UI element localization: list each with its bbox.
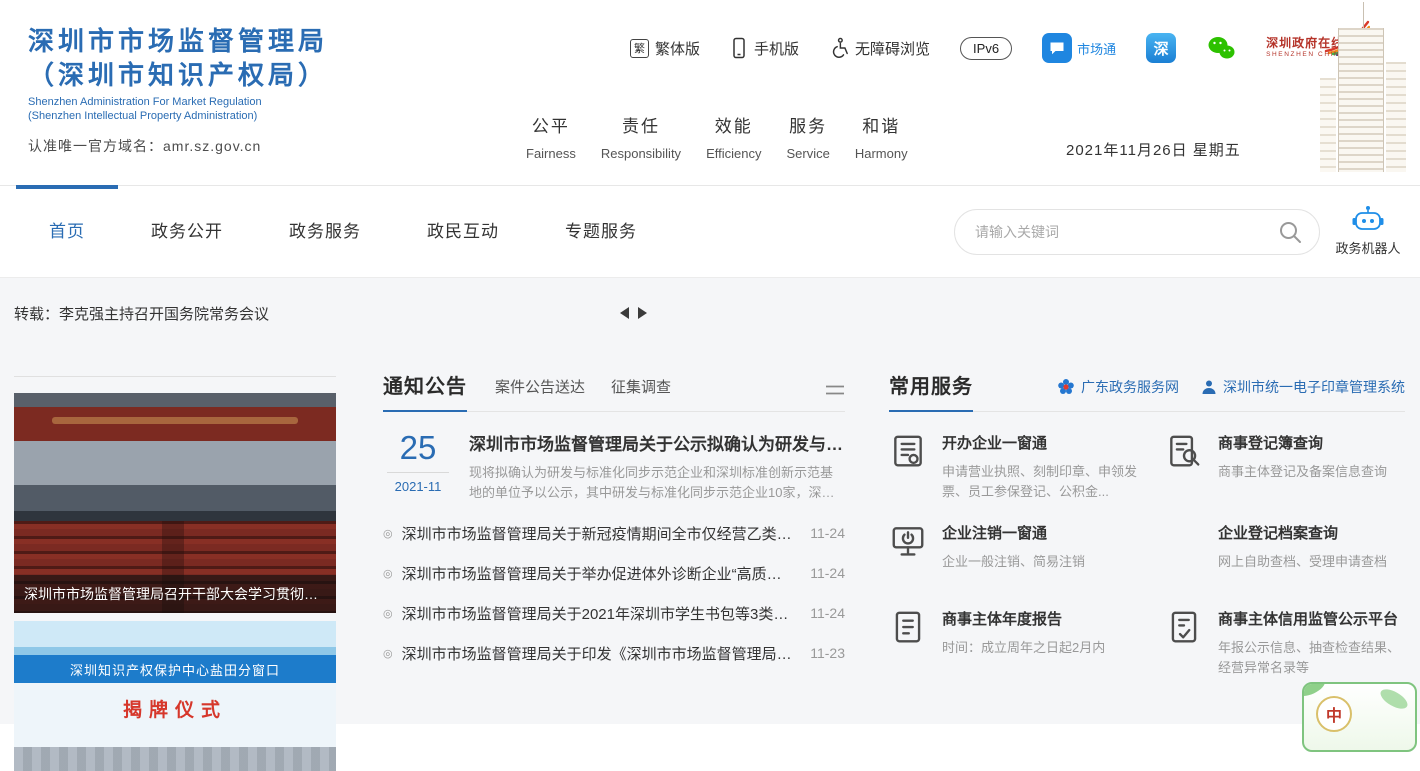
gd-gov-service-link[interactable]: 广东政务服务网 bbox=[1057, 377, 1179, 397]
ipv6-badge[interactable]: IPv6 bbox=[960, 37, 1012, 60]
main-nav: 首页 政务公开 政务服务 政民互动 专题服务 政务机器人 bbox=[0, 185, 1420, 278]
traditional-chinese-icon: 繁 bbox=[630, 39, 649, 58]
gov-robot-button[interactable]: 政务机器人 bbox=[1330, 205, 1406, 257]
news-ticker: 转载：李克强主持召开国务院常务会议 bbox=[14, 278, 1406, 348]
photo-carousel: 深圳市市场监督管理局召开干部大会学习贯彻党的十... 深圳知识产权保护中心盐田分… bbox=[14, 376, 336, 771]
search-box[interactable] bbox=[954, 209, 1320, 255]
building-sketch bbox=[1306, 0, 1418, 172]
featured-notice-title[interactable]: 深圳市市场监督管理局关于公示拟确认为研发与标... bbox=[469, 430, 845, 455]
services-grid: 开办企业一窗通 申请营业执照、刻制印章、申领发票、员工参保登记、公积金... 商… bbox=[889, 432, 1405, 678]
nav-item-gov-services[interactable]: 政务服务 bbox=[256, 186, 394, 278]
leaf-decoration bbox=[1378, 685, 1411, 712]
site-title-english: Shenzhen Administration For Market Regul… bbox=[28, 95, 328, 123]
slide-caption: 深圳市市场监督管理局召开干部大会学习贯彻党的十... bbox=[14, 575, 336, 613]
prev-arrow-icon[interactable] bbox=[620, 307, 629, 319]
carousel-slide-meeting[interactable]: 深圳市市场监督管理局召开干部大会学习贯彻党的十... bbox=[14, 393, 336, 613]
next-arrow-icon[interactable] bbox=[638, 307, 647, 319]
notices-header: 通知公告 案件公告送达 征集调查 bbox=[383, 370, 845, 412]
tab-surveys[interactable]: 征集调查 bbox=[611, 376, 671, 397]
meeting-banner-decoration bbox=[52, 417, 298, 424]
page-content: 转载：李克强主持召开国务院常务会议 深圳市市场监督管理局召开干部大会学习贯彻党的… bbox=[0, 278, 1420, 724]
e-seal-system-link[interactable]: 深圳市统一电子印章管理系统 bbox=[1201, 377, 1405, 397]
current-date: 2021年11月26日 星期五 bbox=[1066, 139, 1241, 160]
leaf-decoration bbox=[1302, 682, 1328, 700]
value-fairness: 公平Fairness bbox=[522, 112, 580, 161]
notice-list: ◎ 深圳市市场监督管理局关于新冠疫情期间全市仅经营乙类非... 11-24 ◎ … bbox=[383, 513, 845, 673]
value-service: 服务Service bbox=[782, 112, 833, 161]
service-credit-platform[interactable]: 商事主体信用监管公示平台 年报公示信息、抽查检查结果、经营异常名录等 bbox=[1165, 608, 1405, 678]
bullet-icon: ◎ bbox=[383, 647, 393, 660]
service-annual-report[interactable]: 商事主体年度报告 时间：成立周年之日起2月内 bbox=[889, 608, 1139, 678]
value-responsibility: 责任Responsibility bbox=[597, 112, 685, 161]
more-icon[interactable] bbox=[825, 384, 845, 411]
site-logo[interactable]: 深圳市市场监督管理局 （深圳市知识产权局） Shenzhen Administr… bbox=[28, 24, 328, 156]
notices-title: 通知公告 bbox=[383, 370, 467, 411]
business-license-icon bbox=[889, 432, 927, 470]
wechat-icon[interactable] bbox=[1206, 35, 1236, 61]
widget-badge: 中 bbox=[1316, 696, 1352, 732]
traditional-chinese-link[interactable]: 繁 繁体版 bbox=[630, 38, 700, 59]
notices-tabs: 案件公告送达 征集调查 bbox=[495, 376, 671, 411]
e-seal-person-icon bbox=[1201, 379, 1217, 395]
deregister-monitor-icon bbox=[889, 522, 927, 560]
market-app-icon bbox=[1042, 33, 1072, 63]
bullet-icon: ◎ bbox=[383, 607, 393, 620]
notice-item[interactable]: ◎ 深圳市市场监督管理局关于2021年深圳市学生书包等3类产... 11-24 bbox=[383, 593, 845, 633]
market-app-link[interactable]: 市场通 bbox=[1042, 33, 1116, 63]
nav-item-special-services[interactable]: 专题服务 bbox=[532, 186, 670, 278]
notice-item[interactable]: ◎ 深圳市市场监督管理局关于新冠疫情期间全市仅经营乙类非... 11-24 bbox=[383, 513, 845, 553]
services-header: 常用服务 广东政务服务网 深圳市统一电子印章管理系统 bbox=[889, 370, 1405, 412]
search-input[interactable] bbox=[975, 224, 1277, 240]
ceremony-subtitle: 揭牌仪式 bbox=[14, 695, 336, 722]
service-archive-search[interactable]: 企业登记档案查询 网上自助查档、受理申请查档 bbox=[1165, 522, 1405, 588]
carousel-slide-ceremony[interactable]: 深圳知识产权保护中心盐田分窗口 揭牌仪式 bbox=[14, 621, 336, 771]
site-title: 深圳市市场监督管理局 （深圳市知识产权局） bbox=[28, 24, 328, 92]
nav-item-home[interactable]: 首页 bbox=[16, 186, 118, 278]
notice-item[interactable]: ◎ 深圳市市场监督管理局关于印发《深圳市市场监督管理局商... 11-23 bbox=[383, 633, 845, 673]
mobile-icon bbox=[730, 37, 748, 59]
featured-notice-summary: 现将拟确认为研发与标准化同步示范企业和深圳标准创新示范基地的单位予以公示，其中研… bbox=[469, 463, 845, 503]
bullet-icon: ◎ bbox=[383, 567, 393, 580]
page-header: 深圳市市场监督管理局 （深圳市知识产权局） Shenzhen Administr… bbox=[0, 0, 1420, 185]
credit-check-icon bbox=[1165, 608, 1203, 646]
carousel-controls bbox=[620, 307, 647, 319]
notice-item[interactable]: ◎ 深圳市市场监督管理局关于举办促进体外诊断企业“高质量... 11-24 bbox=[383, 553, 845, 593]
featured-notice-date: 25 2021-11 bbox=[383, 430, 453, 503]
accessibility-link[interactable]: 无障碍浏览 bbox=[829, 37, 930, 59]
value-harmony: 和谐Harmony bbox=[851, 112, 912, 161]
ticker-headline[interactable]: 转载：李克强主持召开国务院常务会议 bbox=[14, 303, 269, 324]
core-values: 公平Fairness 责任Responsibility 效能Efficiency… bbox=[522, 112, 912, 161]
search-icon[interactable] bbox=[1277, 219, 1303, 245]
bullet-icon: ◎ bbox=[383, 527, 393, 540]
nav-item-gov-info[interactable]: 政务公开 bbox=[118, 186, 256, 278]
floating-widget[interactable]: 中 bbox=[1302, 682, 1417, 752]
gd-gov-flower-icon bbox=[1057, 378, 1075, 396]
service-open-business[interactable]: 开办企业一窗通 申请营业执照、刻制印章、申领发票、员工参保登记、公积金... bbox=[889, 432, 1139, 502]
official-domain-note: 认准唯一官方域名：amr.sz.gov.cn bbox=[28, 136, 328, 156]
ceremony-banner-text: 深圳知识产权保护中心盐田分窗口 bbox=[14, 660, 336, 679]
empty-icon-slot bbox=[1165, 522, 1203, 560]
search-document-icon bbox=[1165, 432, 1203, 470]
nav-item-interaction[interactable]: 政民互动 bbox=[394, 186, 532, 278]
services-section: 常用服务 广东政务服务网 深圳市统一电子印章管理系统 bbox=[889, 348, 1405, 678]
accessibility-icon bbox=[829, 37, 849, 59]
services-title: 常用服务 bbox=[889, 370, 973, 411]
topbar: 繁 繁体版 手机版 无障碍浏览 IPv6 市场通 深 bbox=[630, 28, 1366, 68]
featured-notice[interactable]: 25 2021-11 深圳市市场监督管理局关于公示拟确认为研发与标... 现将拟… bbox=[383, 430, 845, 503]
notices-section: 通知公告 案件公告送达 征集调查 25 2021-11 深圳市市场监督管理局关于… bbox=[383, 348, 845, 673]
service-registry-search[interactable]: 商事登记簿查询 商事主体登记及备案信息查询 bbox=[1165, 432, 1405, 502]
tab-case-announcements[interactable]: 案件公告送达 bbox=[495, 376, 585, 397]
mobile-version-link[interactable]: 手机版 bbox=[730, 37, 799, 59]
i-shenzhen-app-icon[interactable]: 深 bbox=[1146, 33, 1176, 63]
service-deregistration[interactable]: 企业注销一窗通 企业一般注销、简易注销 bbox=[889, 522, 1139, 588]
annual-report-icon bbox=[889, 608, 927, 646]
robot-icon bbox=[1351, 205, 1385, 235]
value-efficiency: 效能Efficiency bbox=[702, 112, 765, 161]
services-links: 广东政务服务网 深圳市统一电子印章管理系统 bbox=[1057, 377, 1405, 411]
